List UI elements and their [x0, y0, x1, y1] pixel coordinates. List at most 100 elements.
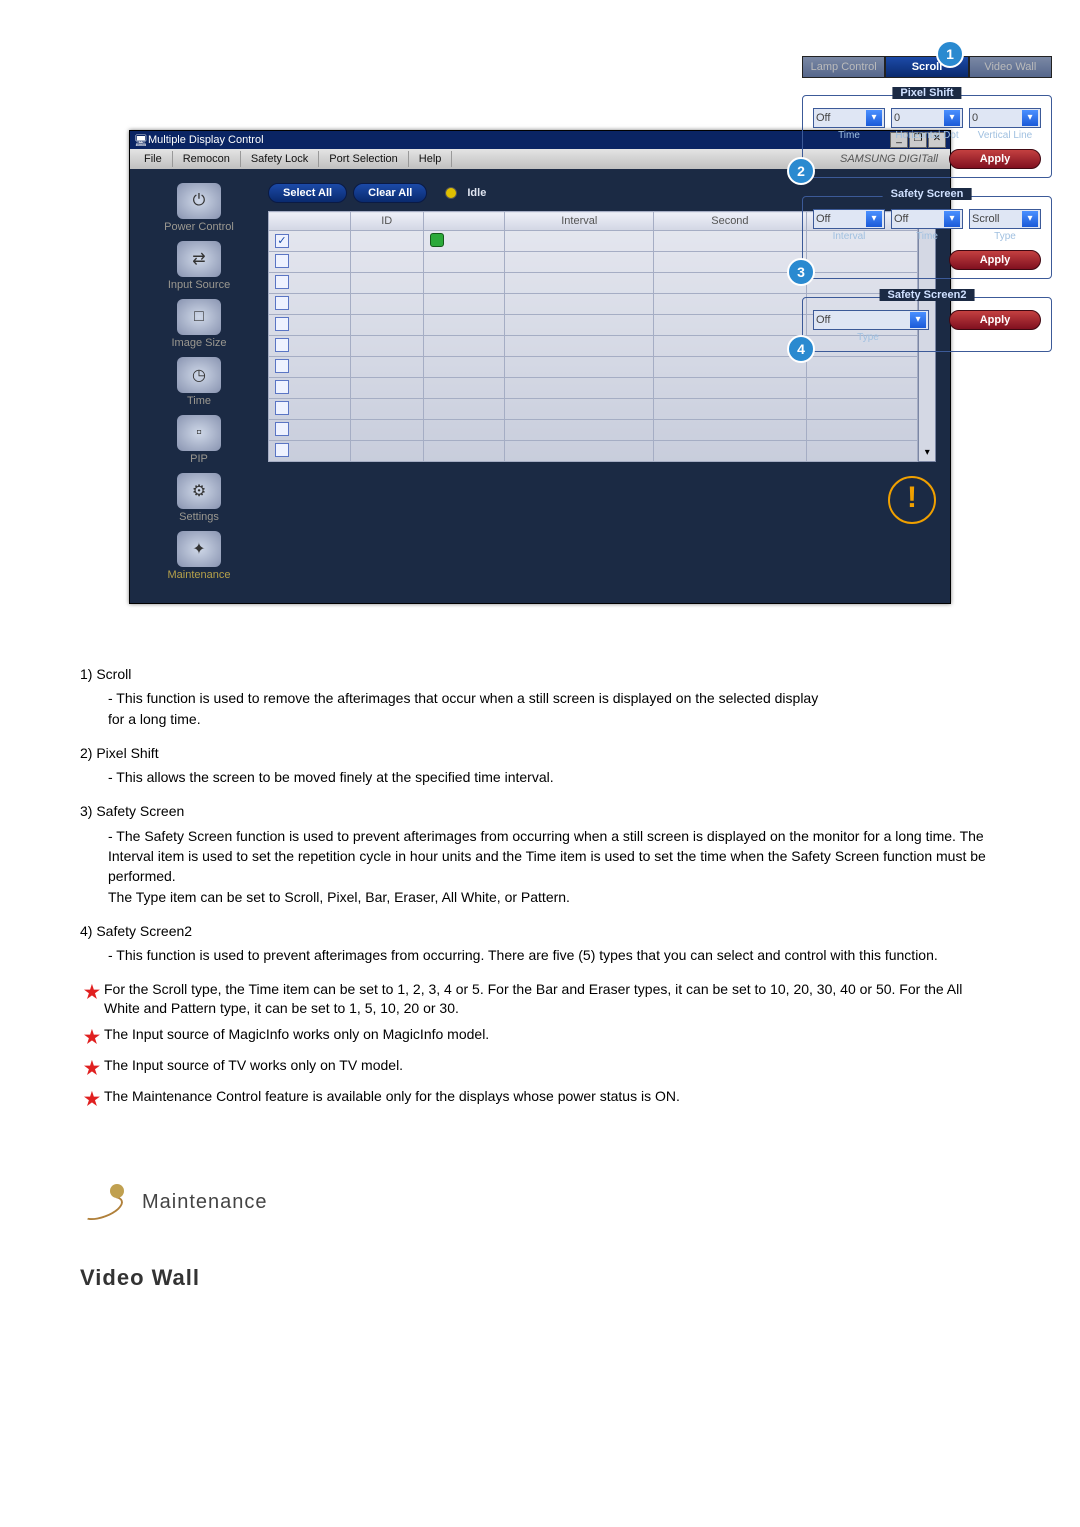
doc-item-number: 1) Scroll [80, 664, 1000, 684]
table-cell [269, 336, 351, 357]
table-cell [423, 252, 505, 273]
safety-screen2-type-label: Type [813, 332, 923, 343]
table-cell [505, 378, 654, 399]
table-cell [269, 294, 351, 315]
table-row[interactable] [269, 378, 918, 399]
table-cell [654, 294, 807, 315]
sidebar-item-maintenance[interactable]: ✦ Maintenance [144, 531, 254, 581]
table-row[interactable] [269, 441, 918, 462]
table-cell [350, 399, 423, 420]
pixel-shift-vline-label: Vertical Line [969, 130, 1041, 141]
app-title: Multiple Display Control [148, 134, 264, 146]
doc-star-note: ★ The Maintenance Control feature is ava… [80, 1087, 1000, 1112]
sidebar-item-icon: ◷ [177, 357, 221, 393]
sidebar-item-input-source[interactable]: ⇄ Input Source [144, 241, 254, 291]
safety-screen-interval-select[interactable]: Off▾ [813, 209, 885, 229]
table-row[interactable] [269, 420, 918, 441]
row-checkbox[interactable] [275, 359, 289, 373]
sidebar-item-settings[interactable]: ⚙ Settings [144, 473, 254, 523]
menu-port-selection[interactable]: Port Selection [319, 151, 408, 167]
sidebar-item-power-control[interactable]: ⏻ Power Control [144, 183, 254, 233]
sidebar-item-label: Time [144, 395, 254, 407]
pixel-shift-time-select[interactable]: Off▾ [813, 108, 885, 128]
app-title-icon: 🖥 [134, 134, 148, 147]
badge-3: 3 [787, 258, 815, 286]
sidebar-item-label: Input Source [144, 279, 254, 291]
select-all-button[interactable]: Select All [268, 183, 347, 203]
warning-icon: ! [888, 476, 936, 524]
sidebar-item-icon: ✦ [177, 531, 221, 567]
video-wall-heading: Video Wall [80, 1262, 1000, 1294]
safety-screen2-title: Safety Screen2 [880, 289, 975, 301]
menu-help[interactable]: Help [409, 151, 453, 167]
table-header: ID [350, 212, 423, 231]
tab-lamp-control[interactable]: Lamp Control [802, 56, 885, 78]
doc-item-number: 3) Safety Screen [80, 801, 1000, 821]
table-cell [654, 252, 807, 273]
safety-screen-interval-label: Interval [813, 231, 885, 242]
tab-video-wall[interactable]: Video Wall [969, 56, 1052, 78]
table-row[interactable] [269, 357, 918, 378]
table-header: Interval [505, 212, 654, 231]
sidebar-item-label: Image Size [144, 337, 254, 349]
sidebar-item-time[interactable]: ◷ Time [144, 357, 254, 407]
doc-star-text: The Input source of TV works only on TV … [104, 1056, 403, 1081]
table-cell [350, 336, 423, 357]
sidebar-item-pip[interactable]: ▫ PIP [144, 415, 254, 465]
badge-2: 2 [787, 157, 815, 185]
row-checkbox[interactable] [275, 380, 289, 394]
sidebar-item-icon: ⇄ [177, 241, 221, 277]
sidebar-item-label: Maintenance [144, 569, 254, 581]
doc-item-body: - This function is used to remove the af… [80, 688, 1000, 729]
center-panel: Select All Clear All Idle IDIntervalSeco… [268, 183, 936, 589]
row-checkbox[interactable] [275, 234, 289, 248]
table-cell [806, 399, 918, 420]
safety-screen-group: Safety Screen Off▾ Off▾ Scroll▾ Interval… [802, 196, 1052, 279]
doc-item-body: - This function is used to prevent after… [80, 945, 1000, 965]
safety-screen2-type-select[interactable]: Off▾ [813, 310, 929, 330]
row-checkbox[interactable] [275, 296, 289, 310]
safety-screen-time-label: Time [891, 231, 963, 242]
row-checkbox[interactable] [275, 275, 289, 289]
menu-file[interactable]: File [134, 151, 173, 167]
pixel-shift-group: Pixel Shift Off▾ 0▾ 0▾ Time Horizontal D… [802, 95, 1052, 178]
row-checkbox[interactable] [275, 254, 289, 268]
row-checkbox[interactable] [275, 443, 289, 457]
pixel-shift-vline-select[interactable]: 0▾ [969, 108, 1041, 128]
pixel-shift-apply-button[interactable]: Apply [949, 149, 1041, 169]
chevron-down-icon: ▾ [1022, 211, 1038, 227]
table-cell [269, 420, 351, 441]
menu-remocon[interactable]: Remocon [173, 151, 241, 167]
menu-safety-lock[interactable]: Safety Lock [241, 151, 319, 167]
sidebar-item-icon: ⚙ [177, 473, 221, 509]
row-checkbox[interactable] [275, 401, 289, 415]
table-cell [423, 441, 505, 462]
idle-indicator-icon [445, 187, 457, 199]
safety-screen2-apply-button[interactable]: Apply [949, 310, 1041, 330]
doc-item-body: - The Safety Screen function is used to … [80, 826, 1000, 907]
safety-screen-type-select[interactable]: Scroll▾ [969, 209, 1041, 229]
table-cell [350, 420, 423, 441]
table-cell [269, 378, 351, 399]
table-header: Second [654, 212, 807, 231]
doc-item: 2) Pixel Shift - This allows the screen … [80, 743, 1000, 788]
safety-screen2-group: Safety Screen2 Off▾ Apply Type 4 [802, 297, 1052, 352]
row-checkbox[interactable] [275, 338, 289, 352]
row-checkbox[interactable] [275, 317, 289, 331]
safety-screen-apply-button[interactable]: Apply [949, 250, 1041, 270]
clear-all-button[interactable]: Clear All [353, 183, 427, 203]
scroll-down-button[interactable]: ▾ [919, 447, 935, 461]
safety-screen-time-select[interactable]: Off▾ [891, 209, 963, 229]
table-cell [505, 399, 654, 420]
pixel-shift-title: Pixel Shift [892, 87, 961, 99]
table-row[interactable] [269, 399, 918, 420]
table-cell [505, 231, 654, 252]
table-cell [654, 273, 807, 294]
star-icon: ★ [80, 1025, 104, 1050]
row-checkbox[interactable] [275, 422, 289, 436]
sidebar-item-image-size[interactable]: □ Image Size [144, 299, 254, 349]
table-cell [654, 315, 807, 336]
chevron-down-icon: ▾ [866, 110, 882, 126]
pixel-shift-hdot-select[interactable]: 0▾ [891, 108, 963, 128]
table-cell [806, 378, 918, 399]
